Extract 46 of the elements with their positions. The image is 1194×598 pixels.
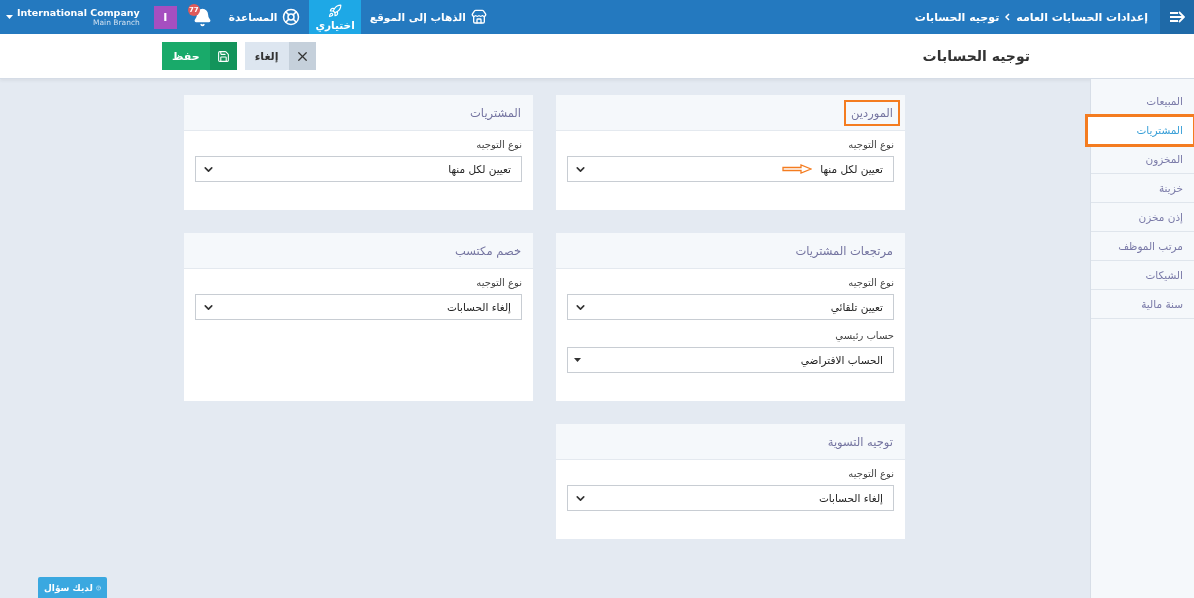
field-label: نوع التوجيه	[475, 277, 522, 288]
field-label: نوع التوجيه	[475, 139, 522, 150]
avatar[interactable]: I	[153, 5, 177, 29]
menu-icon	[1169, 11, 1185, 23]
nav-link[interactable]: الذهاب إلى الموقع	[360, 0, 496, 34]
field-label: نوع التوجيه	[847, 468, 894, 479]
lifebuoy-icon	[282, 8, 301, 26]
nav-link[interactable]: المساعدة	[219, 0, 310, 34]
menu-button[interactable]	[1160, 0, 1194, 34]
company-name[interactable]: International Company	[17, 7, 140, 18]
page-title: توجيه الحسابات	[922, 48, 1030, 64]
sidebar-item[interactable]: مرتب الموظف	[1091, 232, 1194, 261]
chevron-icon	[1005, 13, 1011, 21]
field-label: نوع التوجيه	[847, 277, 894, 288]
cancel-button[interactable]: إلغاء	[244, 42, 316, 70]
sidebar-item[interactable]: المشتريات	[1087, 116, 1194, 145]
sidebar-item[interactable]: خزينة	[1091, 174, 1194, 203]
select-field[interactable]: إلغاء الحسابات	[195, 294, 522, 320]
card-title: خصم مكتسب	[454, 242, 522, 260]
rocket-icon	[328, 3, 343, 18]
card-title: توجيه التسوية	[826, 433, 894, 451]
breadcrumb-item[interactable]: إعدادات الحسابات العامه	[1016, 10, 1148, 24]
select-field[interactable]: تعيين لكل منها	[567, 156, 894, 182]
select-field[interactable]: الحساب الافتراضي	[567, 347, 894, 373]
card-title: الموردين	[846, 101, 898, 124]
sidebar-item[interactable]: سنة مالية	[1091, 290, 1194, 319]
pointer-arrow-icon	[782, 164, 813, 174]
caret-icon[interactable]	[6, 15, 13, 19]
select-field[interactable]: إلغاء الحسابات	[567, 485, 894, 511]
help-button[interactable]: لديك سؤال	[38, 577, 107, 598]
select-field[interactable]: تعيين لكل منها	[195, 156, 522, 182]
sidebar-item[interactable]: الشيكات	[1091, 261, 1194, 290]
field-label: نوع التوجيه	[847, 139, 894, 150]
store-icon	[470, 9, 487, 25]
nav-link[interactable]: اختياري	[309, 0, 361, 34]
select-field[interactable]: تعيين تلقائي	[567, 294, 894, 320]
sidebar-item[interactable]: المخزون	[1091, 145, 1194, 174]
help-icon	[95, 582, 101, 593]
save-button[interactable]: حفظ	[162, 42, 237, 70]
sidebar-item[interactable]: إذن مخزن	[1091, 203, 1194, 232]
caret-icon	[574, 358, 581, 362]
save-icon	[216, 49, 230, 63]
card-title: المشتريات	[469, 104, 522, 122]
field-label: حساب رئيسي	[834, 330, 894, 341]
breadcrumb-item: توجيه الحسابات	[914, 10, 1000, 24]
card-title: مرتجعات المشتريات	[794, 242, 894, 260]
